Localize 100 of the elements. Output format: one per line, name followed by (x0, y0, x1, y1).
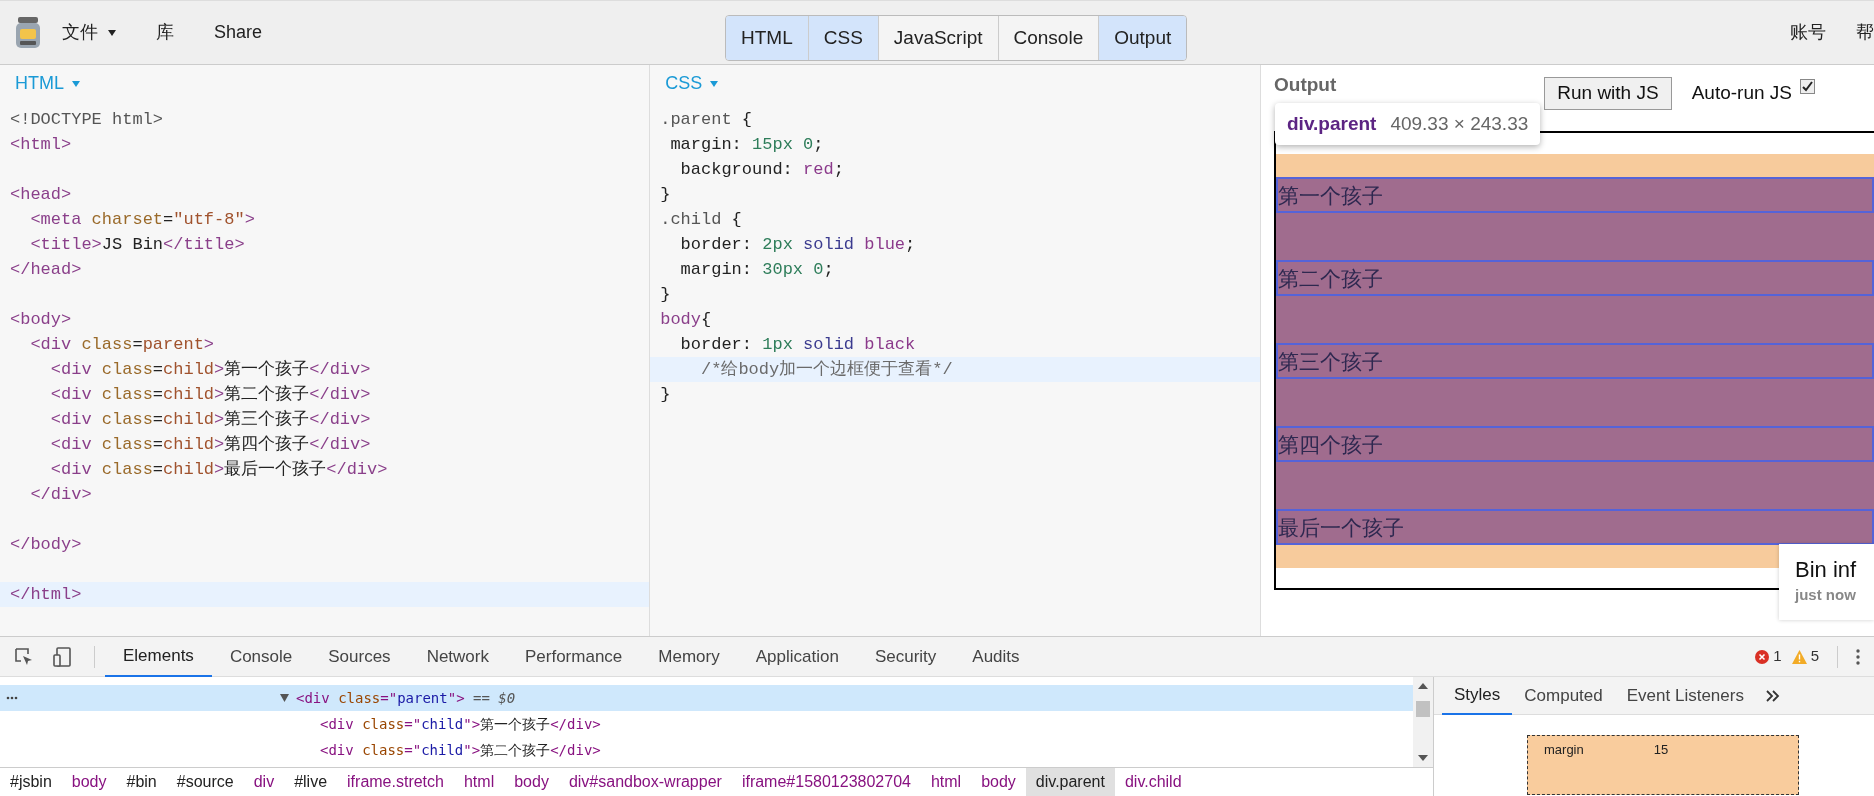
dom-node[interactable]: <div class="child">第二个孩子</div> (320, 739, 601, 761)
devtools-tab[interactable]: Audits (954, 636, 1038, 677)
auto-run-checkbox[interactable] (1799, 78, 1815, 94)
toast-title: Bin inf (1795, 556, 1858, 584)
panel-tab[interactable]: CSS (807, 16, 878, 60)
panel-tab[interactable]: Output (1098, 16, 1187, 60)
ellipsis-icon (6, 696, 18, 700)
dom-node[interactable]: <div class="parent"> == $0 (296, 687, 516, 709)
code-line: </div> (29, 485, 92, 504)
child-text: 第一个孩子 (1278, 184, 1383, 206)
child-text: 第二个孩子 (1278, 267, 1383, 289)
scroll-thumb[interactable] (1416, 701, 1430, 717)
menu-item[interactable]: 库 (156, 19, 174, 46)
panel-tab[interactable]: HTML (726, 16, 808, 60)
breadcrumb[interactable]: div#sandbox-wrapper (558, 768, 732, 796)
output-label: Output (1274, 72, 1337, 97)
code-line: background: red; (679, 160, 844, 179)
code-line: <div class=parent> (29, 335, 215, 354)
breadcrumb[interactable]: body (971, 768, 1026, 796)
devtools-tab[interactable]: Console (211, 636, 311, 677)
code-line: <!DOCTYPE html> (10, 110, 164, 129)
dom-node[interactable]: <div class="child">第一个孩子</div> (320, 713, 601, 735)
scroll-down-icon[interactable] (1418, 755, 1428, 761)
code-line: } (660, 185, 671, 204)
devtools-tab[interactable]: Sources (310, 636, 409, 677)
warning-count: 5 (1810, 646, 1819, 667)
margin-label: margin (1544, 741, 1584, 759)
child-text: 第四个孩子 (1278, 433, 1383, 455)
scroll-up-icon[interactable] (1418, 683, 1428, 689)
run-button[interactable]: Run with JS (1544, 76, 1672, 110)
nav-link[interactable]: 账号 (1790, 19, 1826, 46)
chevron-icon[interactable] (1765, 689, 1780, 702)
inspect-icon[interactable] (14, 646, 34, 667)
styles-tab[interactable]: Event Listeners (1614, 676, 1756, 715)
breadcrumb[interactable]: #bin (116, 768, 167, 796)
devtools-tab[interactable]: Application (737, 636, 857, 677)
breadcrumb[interactable]: #source (166, 768, 244, 796)
devtools-tab[interactable]: Elements (105, 636, 212, 677)
jar-logo-icon[interactable] (14, 15, 42, 50)
code-line: <div class=child>第一个孩子</div> (49, 360, 371, 379)
code-line: border: 1px solid black (679, 335, 916, 354)
panel-tab[interactable]: JavaScript (877, 16, 998, 60)
tooltip-selector: div.parent (1287, 111, 1377, 136)
devtools-tab[interactable]: Network (408, 636, 507, 677)
code-line: <meta charset="utf-8"> (29, 210, 255, 229)
breadcrumb[interactable]: html (453, 768, 505, 796)
code-line: <head> (10, 185, 72, 204)
code-line: .child { (660, 210, 742, 229)
device-icon[interactable] (52, 645, 74, 668)
code-line: </head> (10, 260, 82, 279)
code-line: <div class=child>最后一个孩子</div> (49, 460, 388, 479)
breadcrumb[interactable]: body (504, 768, 559, 796)
auto-run-label: Auto-run JS (1691, 80, 1792, 105)
code-line: } (660, 285, 671, 304)
caret-icon (710, 80, 719, 87)
code-line: /*给body加一个边框便于查看*/ (700, 360, 953, 379)
devtools-tab[interactable]: Performance (507, 636, 641, 677)
breadcrumb[interactable]: #live (284, 768, 338, 796)
toast-time: just now (1795, 584, 1857, 605)
error-icon (1755, 649, 1770, 664)
code-line: margin: 30px 0; (679, 260, 834, 279)
more-menu-icon[interactable] (1856, 648, 1860, 665)
devtools-tab[interactable]: Memory (640, 636, 738, 677)
breadcrumb[interactable]: html (920, 768, 972, 796)
breadcrumb[interactable]: iframe.stretch (337, 768, 454, 796)
warning-icon (1791, 649, 1807, 664)
breadcrumb[interactable]: div (243, 768, 285, 796)
breadcrumb[interactable]: #jsbin (0, 768, 62, 796)
code-line: margin: 15px 0; (669, 135, 824, 154)
breadcrumb[interactable]: body (61, 768, 117, 796)
code-line: border: 2px solid blue; (679, 235, 916, 254)
code-line: } (660, 385, 671, 404)
menu-item[interactable]: 文件 (62, 19, 116, 46)
nav-link[interactable]: 帮 (1856, 19, 1874, 46)
margin-value: 15 (1653, 741, 1669, 759)
child-text: 第三个孩子 (1278, 350, 1383, 372)
code-line: </html> (10, 585, 82, 604)
code-line: <div class=child>第四个孩子</div> (49, 435, 371, 454)
breadcrumb[interactable]: iframe#1580123802704 (731, 768, 921, 796)
expand-triangle-icon[interactable] (280, 694, 289, 702)
code-line: <title>JS Bin</title> (29, 235, 245, 254)
tooltip-size: 409.33 × 243.33 (1390, 111, 1529, 136)
code-line: <html> (10, 135, 72, 154)
code-line: <body> (10, 310, 72, 329)
breadcrumb[interactable]: div.child (1114, 768, 1192, 796)
code-line: .parent { (660, 110, 753, 129)
code-line: body{ (660, 310, 712, 329)
child-text: 最后一个孩子 (1278, 516, 1404, 538)
styles-tab[interactable]: Computed (1512, 676, 1615, 715)
caret-icon (72, 80, 80, 87)
code-line: <div class=child>第二个孩子</div> (49, 385, 371, 404)
scrollbar[interactable] (1413, 677, 1433, 767)
caret-icon (108, 29, 116, 36)
code-line: <div class=child>第三个孩子</div> (49, 410, 371, 429)
panel-tab[interactable]: Console (997, 16, 1099, 60)
menu-item[interactable]: Share (214, 19, 263, 46)
code-line: </body> (10, 535, 82, 554)
styles-tab[interactable]: Styles (1442, 676, 1513, 715)
devtools-tab[interactable]: Security (856, 636, 955, 677)
breadcrumb[interactable]: div.parent (1025, 768, 1115, 796)
